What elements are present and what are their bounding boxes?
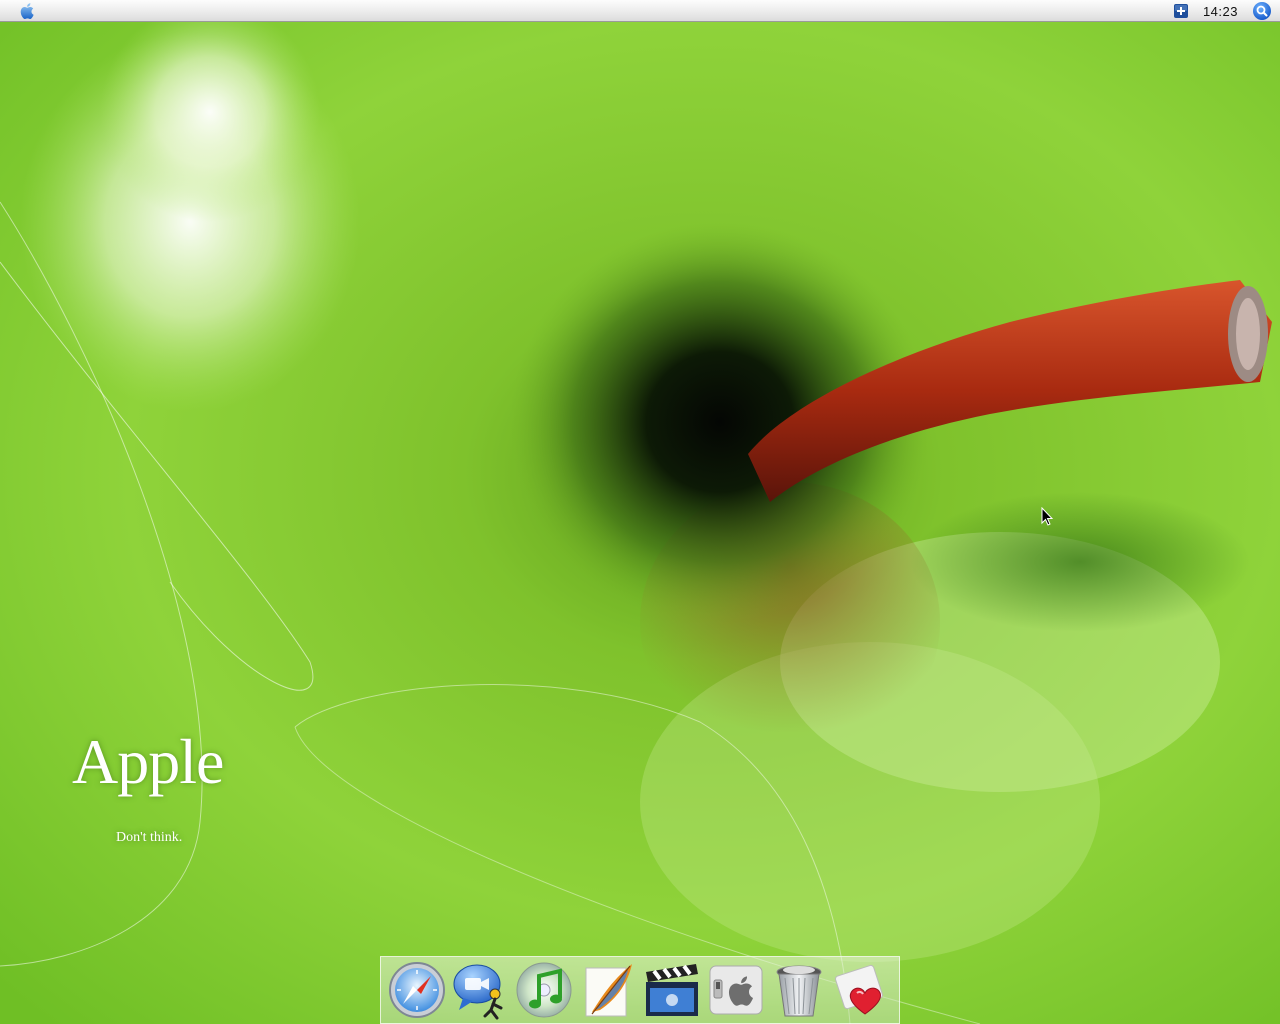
menubar-clock[interactable]: 14:23 [1203,4,1238,19]
apple-logo-icon[interactable] [17,1,39,21]
wallpaper-branding: Apple Don't think. [72,726,224,846]
brand-tagline: Don't think. [116,830,183,845]
plus-box-icon[interactable] [1173,3,1189,19]
feather-icon [585,964,633,1017]
dock-item-safari[interactable] [387,960,447,1020]
dock-item-imovie[interactable] [642,960,702,1020]
trash-icon [776,965,822,1017]
dock-item-itunes[interactable] [514,960,574,1020]
heart-card-icon [835,964,884,1015]
dock-item-trash[interactable] [769,960,829,1020]
clapboard-icon [645,964,698,1016]
mouse-cursor-icon [1041,506,1055,527]
dock-item-feather-app[interactable] [578,960,638,1020]
desktop-wallpaper: Apple Don't think. [0,22,1280,1024]
dock-item-heart-app[interactable] [833,960,893,1020]
dock [380,956,900,1024]
dock-item-system-preferences[interactable] [706,960,766,1020]
brand-title: Apple [72,726,224,797]
wallpaper-image [0,22,1280,1024]
apple-switch-icon [709,965,763,1015]
ichat-icon [453,964,503,1020]
itunes-icon [516,962,572,1018]
spotlight-search-icon[interactable] [1252,1,1272,21]
safari-compass-icon [388,962,445,1018]
dock-item-ichat[interactable] [451,960,511,1020]
menu-bar: 14:23 [0,0,1280,22]
